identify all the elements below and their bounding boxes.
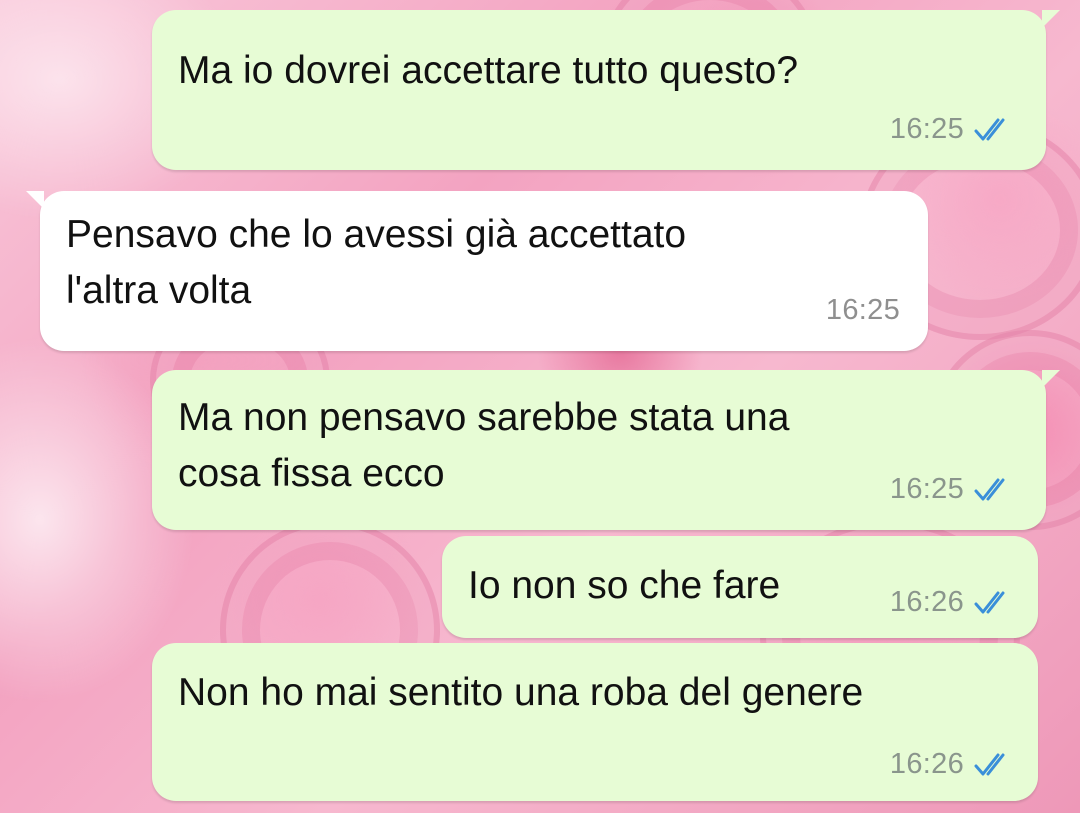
bubble-tail bbox=[26, 191, 44, 209]
message-meta: 16:25 bbox=[826, 294, 900, 327]
message-bubble-outgoing[interactable]: Io non so che fare 16:26 bbox=[442, 536, 1038, 638]
bubble-tail bbox=[1042, 10, 1060, 28]
double-check-read-icon bbox=[974, 118, 1005, 140]
message-text: Pensavo che lo avessi già accettato l'al… bbox=[66, 213, 687, 312]
message-bubble-incoming[interactable]: Pensavo che lo avessi già accettato l'al… bbox=[26, 191, 928, 351]
double-check-read-icon bbox=[974, 753, 1005, 775]
message-time: 16:25 bbox=[825, 294, 900, 326]
message-time: 16:26 bbox=[889, 586, 964, 618]
message-bubble-outgoing[interactable]: Ma non pensavo sarebbe stata una cosa fi… bbox=[152, 370, 1060, 530]
double-check-read-icon bbox=[974, 591, 1005, 613]
message-meta: 16:25 bbox=[890, 113, 1016, 146]
bubble-tail bbox=[1042, 370, 1060, 388]
message-text: Ma io dovrei accettare tutto questo? bbox=[178, 49, 799, 92]
message-bubble-outgoing[interactable]: Non ho mai sentito una roba del genere 1… bbox=[152, 643, 1038, 801]
message-text: Non ho mai sentito una roba del genere bbox=[178, 671, 864, 714]
message-meta: 16:25 bbox=[890, 473, 1016, 506]
message-time: 16:25 bbox=[889, 473, 964, 505]
message-text: Ma non pensavo sarebbe stata una cosa fi… bbox=[178, 396, 790, 495]
double-check-read-icon bbox=[974, 478, 1005, 500]
message-bubble-outgoing[interactable]: Ma io dovrei accettare tutto questo? 16:… bbox=[152, 10, 1060, 170]
message-text: Io non so che fare bbox=[468, 564, 781, 607]
message-time: 16:25 bbox=[889, 113, 964, 145]
message-meta: 16:26 bbox=[890, 748, 1016, 781]
message-time: 16:26 bbox=[889, 748, 964, 780]
message-meta: 16:26 bbox=[890, 586, 1016, 619]
